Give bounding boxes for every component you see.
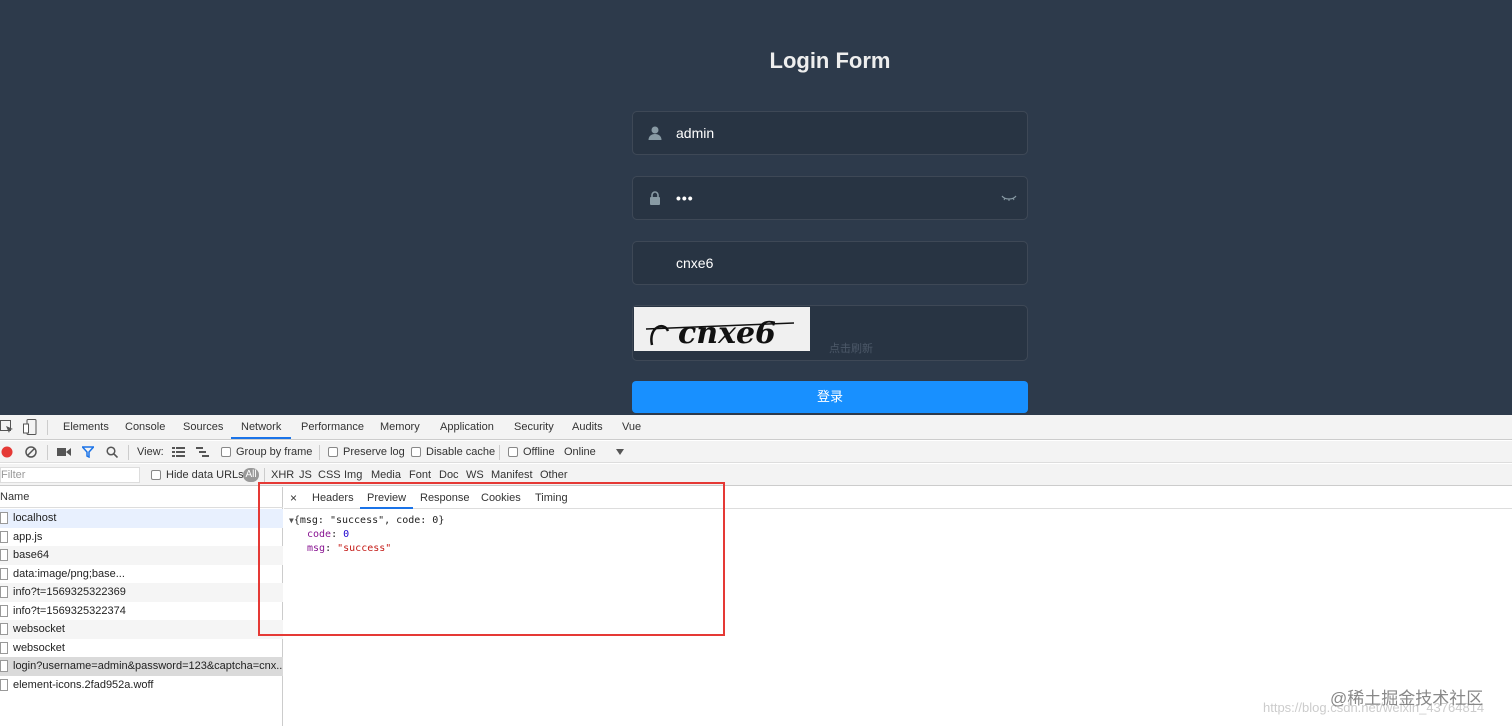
request-row[interactable]: login?username=admin&password=123&captch…: [0, 657, 283, 676]
captcha-image-row: cnxe6 点击刷新: [632, 305, 1028, 361]
request-name: info?t=1569325322374: [13, 604, 126, 617]
request-name: websocket: [13, 623, 65, 635]
waterfall-icon[interactable]: [196, 447, 209, 457]
preserve-log-label: Preserve log: [343, 446, 405, 458]
request-row[interactable]: app.js: [0, 528, 283, 547]
juejin-watermark: @稀土掘金技术社区: [1330, 689, 1484, 708]
filter-bar: Filter Hide data URLs All XHR JS CSS Img…: [0, 464, 1512, 486]
eye-closed-icon[interactable]: [1001, 193, 1017, 203]
request-name: app.js: [13, 530, 43, 543]
request-row[interactable]: websocket: [0, 620, 283, 639]
file-icon: [0, 678, 8, 691]
filter-input[interactable]: Filter: [0, 467, 140, 483]
offline-label: Offline: [523, 446, 555, 458]
request-name: localhost: [13, 512, 57, 524]
divider: [47, 445, 48, 460]
tab-network[interactable]: Network: [231, 415, 292, 439]
disable-cache-checkbox[interactable]: [411, 447, 421, 457]
file-icon: [0, 530, 8, 543]
name-column-header[interactable]: Name: [0, 487, 283, 508]
filter-funnel-icon[interactable]: [82, 446, 94, 458]
request-row[interactable]: websocket: [0, 639, 283, 658]
group-by-frame-label: Group by frame: [236, 446, 313, 458]
login-button[interactable]: 登录: [632, 381, 1028, 413]
lock-icon: [650, 191, 660, 205]
screenshot-video-icon[interactable]: [57, 447, 71, 457]
request-row[interactable]: info?t=1569325322374: [0, 602, 283, 621]
filter-all[interactable]: All: [243, 468, 259, 482]
request-row[interactable]: data:image/png;base...: [0, 565, 283, 584]
captcha-graphic: cnxe6: [645, 316, 795, 351]
divider: [264, 468, 265, 483]
request-row[interactable]: info?t=1569325322369: [0, 583, 283, 602]
record-icon[interactable]: [1, 446, 13, 458]
divider: [499, 445, 500, 460]
request-name: info?t=1569325322369: [13, 586, 126, 598]
captcha-field[interactable]: cnxe6: [632, 241, 1028, 285]
request-name: base64: [13, 549, 50, 561]
device-toolbar-icon[interactable]: [23, 419, 37, 435]
hide-data-urls-checkbox[interactable]: [151, 470, 161, 480]
request-name: data:image/png;base...: [13, 567, 125, 580]
tab-application[interactable]: Application: [440, 415, 494, 440]
view-label: View:: [137, 446, 164, 458]
devtools-panel: Elements Console Sources Network Perform…: [0, 415, 1512, 726]
divider: [319, 445, 320, 460]
file-icon: [0, 549, 8, 561]
tab-memory[interactable]: Memory: [380, 415, 420, 440]
password-field[interactable]: •••: [632, 176, 1028, 220]
search-icon[interactable]: [106, 446, 118, 458]
username-input[interactable]: admin: [676, 125, 714, 141]
request-row[interactable]: localhost: [0, 509, 283, 528]
disable-cache-label: Disable cache: [426, 446, 496, 458]
captcha-refresh-hint[interactable]: 点击刷新: [829, 340, 873, 356]
request-row[interactable]: element-icons.2fad952a.woff: [0, 676, 283, 695]
request-name: element-icons.2fad952a.woff: [13, 678, 154, 691]
request-list: Name localhost app.js base64 data:image/…: [0, 487, 283, 726]
group-by-frame-checkbox[interactable]: [221, 447, 231, 457]
file-icon: [0, 512, 8, 524]
file-icon: [0, 586, 8, 598]
network-toolbar: View: Group by frame Preserve log Disabl…: [0, 441, 1512, 463]
file-icon: [0, 567, 8, 580]
file-icon: [0, 641, 8, 654]
offline-checkbox[interactable]: [508, 447, 518, 457]
inspect-element-icon[interactable]: [0, 420, 14, 434]
devtools-tabbar: Elements Console Sources Network Perform…: [0, 415, 1512, 440]
file-icon: [0, 660, 8, 672]
divider: [47, 420, 48, 435]
file-icon: [0, 604, 8, 617]
tab-elements[interactable]: Elements: [63, 415, 109, 440]
highlight-box: [258, 482, 725, 636]
captcha-image-text: cnxe6: [678, 316, 776, 351]
request-name: login?username=admin&password=123&captch…: [13, 660, 283, 672]
preserve-log-checkbox[interactable]: [328, 447, 338, 457]
tab-performance[interactable]: Performance: [301, 415, 364, 440]
password-input[interactable]: •••: [676, 190, 694, 206]
user-icon: [648, 126, 662, 140]
tab-security[interactable]: Security: [514, 415, 554, 440]
captcha-input[interactable]: cnxe6: [676, 255, 713, 271]
captcha-image[interactable]: cnxe6: [634, 307, 810, 351]
tab-console[interactable]: Console: [125, 415, 165, 440]
divider: [128, 445, 129, 460]
tab-audits[interactable]: Audits: [572, 415, 603, 440]
file-icon: [0, 623, 8, 635]
clear-icon[interactable]: [25, 446, 37, 458]
chevron-down-icon[interactable]: [616, 449, 624, 455]
hide-data-urls-label: Hide data URLs: [166, 469, 244, 481]
username-field[interactable]: admin: [632, 111, 1028, 155]
request-name: websocket: [13, 641, 65, 654]
tab-vue[interactable]: Vue: [622, 415, 641, 440]
large-rows-icon[interactable]: [172, 447, 185, 457]
throttle-select[interactable]: Online: [564, 441, 596, 463]
login-title: Login Form: [769, 48, 891, 73]
request-row[interactable]: base64: [0, 546, 283, 565]
tab-sources[interactable]: Sources: [183, 415, 223, 440]
login-page: Login Form admin ••• cnxe6 cnxe6 点击刷新 登录: [0, 0, 1512, 415]
